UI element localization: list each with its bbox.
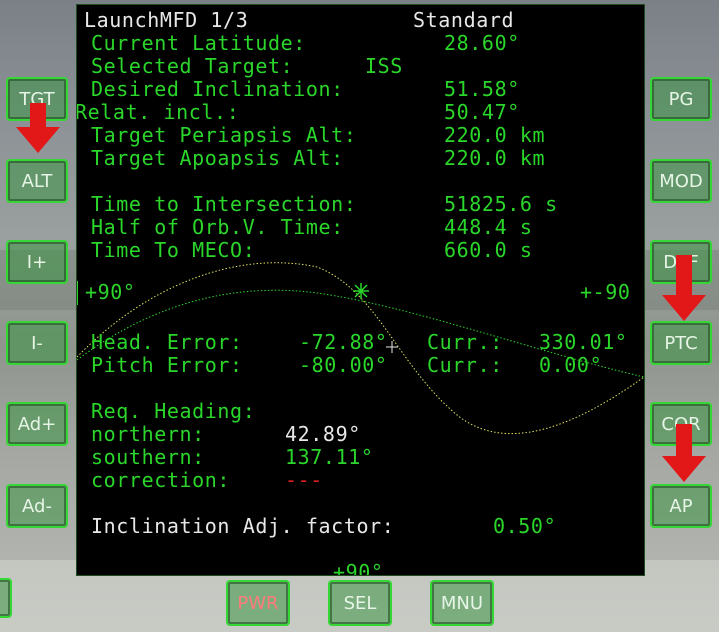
- half-orb-v-time-value: 448.4 s: [444, 215, 533, 239]
- cor-button[interactable]: COR: [650, 402, 712, 446]
- ptc-button[interactable]: PTC: [650, 321, 712, 365]
- left-edge-button[interactable]: [0, 578, 12, 618]
- scale-bottom-label: +90°: [333, 560, 384, 576]
- relat-incl-label: Relat. incl.:: [76, 100, 240, 124]
- time-to-meco-value: 660.0 s: [444, 238, 533, 262]
- southern-value: 137.11°: [285, 445, 374, 469]
- target-periapsis-value: 220.0 km: [444, 123, 546, 147]
- pg-button[interactable]: PG: [650, 77, 712, 121]
- selected-target-value: ISS: [365, 54, 403, 78]
- correction-label: correction:: [91, 468, 231, 492]
- position-cross: [386, 341, 398, 353]
- southern-label: southern:: [91, 445, 205, 469]
- target-apoapsis-value: 220.0 km: [444, 146, 546, 170]
- mfd-mode: Standard: [413, 8, 515, 32]
- relat-incl-value: 50.47°: [444, 100, 520, 124]
- time-to-intersection-value: 51825.6 s: [444, 192, 558, 216]
- pwr-button[interactable]: PWR: [226, 580, 290, 626]
- correction-value: ---: [285, 468, 323, 492]
- pitch-curr-label: Curr.:: [427, 353, 503, 377]
- target-periapsis-label: Target Periapsis Alt:: [91, 123, 357, 147]
- target-apoapsis-label: Target Apoapsis Alt:: [91, 146, 344, 170]
- scale-right-label: +-90: [580, 280, 631, 304]
- head-error-label: Head. Error:: [91, 330, 243, 354]
- desired-inclination-label: Desired Inclination:: [91, 77, 344, 101]
- desired-inclination-value: 51.58°: [444, 77, 520, 101]
- mnu-button[interactable]: MNU: [430, 580, 494, 626]
- incl-adj-factor-value: 0.50°: [493, 514, 557, 538]
- mfd-title: LaunchMFD 1/3: [84, 8, 249, 32]
- intersection-marker: [353, 283, 369, 299]
- incl-adj-factor-label: Inclination Adj. factor:: [91, 514, 395, 538]
- sel-button[interactable]: SEL: [328, 580, 392, 626]
- pitch-curr-value: 0.00°: [539, 353, 603, 377]
- northern-label: northern:: [91, 422, 205, 446]
- head-curr-label: Curr.:: [427, 330, 503, 354]
- alt-button[interactable]: ALT: [6, 159, 68, 203]
- head-error-value: -72.88°: [299, 330, 388, 354]
- incl-minus-button[interactable]: I-: [6, 321, 68, 365]
- current-latitude-label: Current Latitude:: [91, 31, 306, 55]
- time-to-meco-label: Time To MECO:: [91, 238, 256, 262]
- pitch-error-label: Pitch Error:: [91, 353, 243, 377]
- adj-plus-button[interactable]: Ad+: [6, 402, 68, 446]
- half-orb-v-time-label: Half of Orb.V. Time:: [91, 215, 344, 239]
- tgt-button[interactable]: TGT: [6, 77, 68, 121]
- time-to-intersection-label: Time to Intersection:: [91, 192, 357, 216]
- adj-minus-button[interactable]: Ad-: [6, 484, 68, 528]
- mfd-screen: LaunchMFD 1/3 Standard Current Latitude:…: [76, 4, 645, 576]
- pitch-error-value: -80.00°: [299, 353, 388, 377]
- ap-button[interactable]: AP: [650, 484, 712, 528]
- incl-plus-button[interactable]: I+: [6, 240, 68, 284]
- mod-button[interactable]: MOD: [650, 159, 712, 203]
- northern-value: 42.89°: [285, 422, 361, 446]
- selected-target-label: Selected Target:: [91, 54, 294, 78]
- current-latitude-value: 28.60°: [444, 31, 520, 55]
- scale-left-label: +90°: [85, 280, 136, 304]
- req-heading-label: Req. Heading:: [91, 399, 256, 423]
- head-curr-value: 330.01°: [539, 330, 628, 354]
- def-button[interactable]: DEF: [650, 240, 712, 284]
